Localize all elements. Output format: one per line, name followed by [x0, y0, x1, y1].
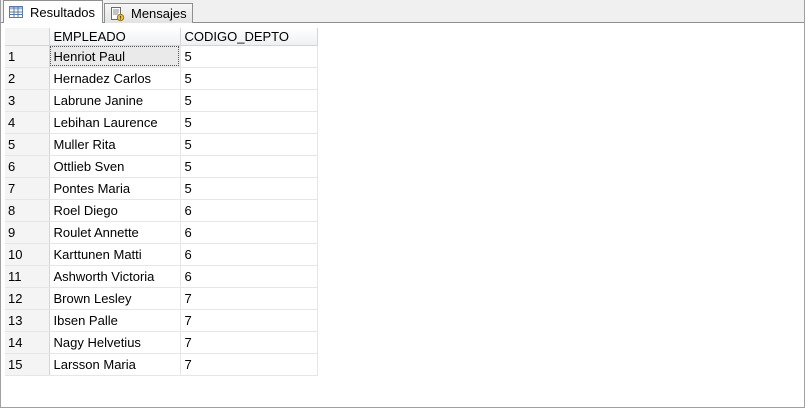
cell-codigo-depto[interactable]: 5: [180, 177, 318, 200]
table-row[interactable]: 12 Brown Lesley 7: [5, 287, 318, 310]
cell-empleado[interactable]: Lebihan Laurence: [49, 111, 181, 134]
row-header[interactable]: 8: [5, 199, 50, 222]
row-header[interactable]: 9: [5, 221, 50, 244]
cell-empleado[interactable]: Ibsen Palle: [49, 309, 181, 332]
results-grid: EMPLEADO CODIGO_DEPTO 1 Henriot Paul 5 2 Her…: [5, 28, 318, 376]
results-pane: Resultados Mensajes EMPLEADO CODIGO_DEPT…: [0, 0, 805, 408]
cell-codigo-depto[interactable]: 5: [180, 133, 318, 156]
table-row[interactable]: 15 Larsson Maria 7: [5, 353, 318, 376]
cell-codigo-depto[interactable]: 5: [180, 155, 318, 178]
cell-empleado[interactable]: Nagy Helvetius: [49, 331, 181, 354]
table-row[interactable]: 3 Labrune Janine 5: [5, 89, 318, 112]
table-row[interactable]: 1 Henriot Paul 5: [5, 45, 318, 68]
messages-icon: [109, 6, 125, 22]
tab-resultados[interactable]: Resultados: [3, 0, 103, 23]
grid-icon: [8, 4, 24, 20]
cell-empleado[interactable]: Pontes Maria: [49, 177, 181, 200]
table-row[interactable]: 11 Ashworth Victoria 6: [5, 265, 318, 288]
column-header-codigo-depto[interactable]: CODIGO_DEPTO: [180, 28, 318, 46]
column-header-empleado[interactable]: EMPLEADO: [49, 28, 181, 46]
table-row[interactable]: 6 Ottlieb Sven 5: [5, 155, 318, 178]
cell-codigo-depto[interactable]: 7: [180, 309, 318, 332]
cell-codigo-depto[interactable]: 7: [180, 353, 318, 376]
row-header[interactable]: 1: [5, 45, 50, 68]
cell-empleado[interactable]: Hernadez Carlos: [49, 67, 181, 90]
cell-empleado[interactable]: Muller Rita: [49, 133, 181, 156]
cell-empleado[interactable]: Ashworth Victoria: [49, 265, 181, 288]
cell-empleado[interactable]: Labrune Janine: [49, 89, 181, 112]
cell-codigo-depto[interactable]: 5: [180, 89, 318, 112]
cell-empleado[interactable]: Roulet Annette: [49, 221, 181, 244]
cell-codigo-depto[interactable]: 6: [180, 265, 318, 288]
table-row[interactable]: 8 Roel Diego 6: [5, 199, 318, 222]
cell-empleado[interactable]: Roel Diego: [49, 199, 181, 222]
cell-empleado[interactable]: Larsson Maria: [49, 353, 181, 376]
tab-label: Mensajes: [131, 6, 187, 21]
table-row[interactable]: 14 Nagy Helvetius 7: [5, 331, 318, 354]
table-row[interactable]: 7 Pontes Maria 5: [5, 177, 318, 200]
table-row[interactable]: 10 Karttunen Matti 6: [5, 243, 318, 266]
table-row[interactable]: 13 Ibsen Palle 7: [5, 309, 318, 332]
row-header[interactable]: 10: [5, 243, 50, 266]
cell-codigo-depto[interactable]: 7: [180, 287, 318, 310]
grid-corner[interactable]: [5, 28, 50, 46]
row-header[interactable]: 15: [5, 353, 50, 376]
cell-codigo-depto[interactable]: 5: [180, 67, 318, 90]
results-table: EMPLEADO CODIGO_DEPTO 1 Henriot Paul 5 2 Her…: [5, 28, 318, 376]
table-row[interactable]: 5 Muller Rita 5: [5, 133, 318, 156]
cell-empleado[interactable]: Henriot Paul: [49, 45, 181, 68]
table-row[interactable]: 2 Hernadez Carlos 5: [5, 67, 318, 90]
results-tabstrip: Resultados Mensajes: [1, 0, 804, 23]
cell-codigo-depto[interactable]: 7: [180, 331, 318, 354]
tab-mensajes[interactable]: Mensajes: [104, 3, 193, 23]
header-row: EMPLEADO CODIGO_DEPTO: [5, 28, 318, 46]
grid-body: 1 Henriot Paul 5 2 Hernadez Carlos 5 3 Labrune …: [5, 45, 318, 376]
row-header[interactable]: 11: [5, 265, 50, 288]
row-header[interactable]: 13: [5, 309, 50, 332]
cell-empleado[interactable]: Ottlieb Sven: [49, 155, 181, 178]
row-header[interactable]: 5: [5, 133, 50, 156]
cell-codigo-depto[interactable]: 6: [180, 199, 318, 222]
cell-codigo-depto[interactable]: 6: [180, 243, 318, 266]
row-header[interactable]: 4: [5, 111, 50, 134]
tab-label: Resultados: [30, 4, 96, 20]
row-header[interactable]: 2: [5, 67, 50, 90]
row-header[interactable]: 6: [5, 155, 50, 178]
row-header[interactable]: 3: [5, 89, 50, 112]
table-row[interactable]: 4 Lebihan Laurence 5: [5, 111, 318, 134]
cell-codigo-depto[interactable]: 6: [180, 221, 318, 244]
cell-codigo-depto[interactable]: 5: [180, 111, 318, 134]
cell-codigo-depto[interactable]: 5: [180, 45, 318, 68]
cell-empleado[interactable]: Karttunen Matti: [49, 243, 181, 266]
table-row[interactable]: 9 Roulet Annette 6: [5, 221, 318, 244]
cell-empleado[interactable]: Brown Lesley: [49, 287, 181, 310]
row-header[interactable]: 14: [5, 331, 50, 354]
row-header[interactable]: 12: [5, 287, 50, 310]
row-header[interactable]: 7: [5, 177, 50, 200]
